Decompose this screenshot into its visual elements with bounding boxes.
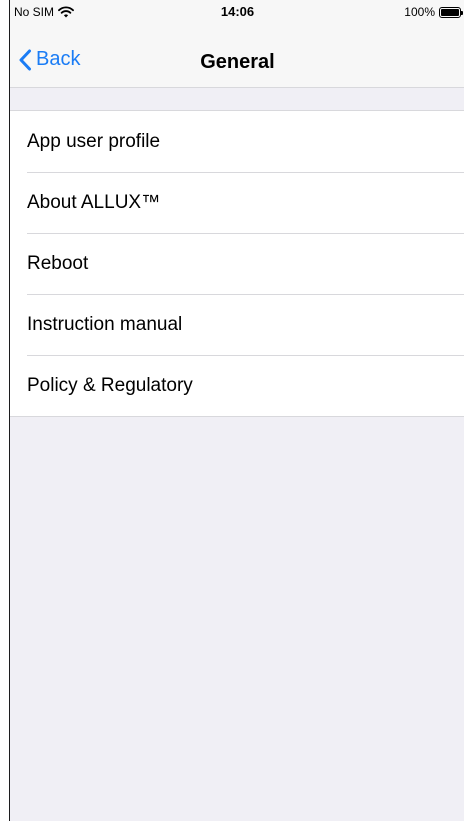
menu-item-reboot[interactable]: Reboot — [10, 233, 464, 294]
status-right: 100% — [404, 5, 463, 19]
battery-level-fill — [441, 8, 459, 16]
menu-item-label: About ALLUX™ — [27, 191, 161, 213]
menu-item-instruction-manual[interactable]: Instruction manual — [10, 294, 464, 355]
status-time: 14:06 — [220, 4, 255, 19]
menu-item-label: Policy & Regulatory — [27, 374, 193, 396]
menu-item-app-user-profile[interactable]: App user profile — [10, 111, 464, 172]
app-screen: No SIM 14:06 100% Back General App user … — [9, 0, 464, 821]
menu-item-policy-regulatory[interactable]: Policy & Regulatory — [10, 355, 464, 416]
status-bar: No SIM 14:06 100% — [10, 0, 464, 24]
battery-full-icon — [439, 6, 463, 18]
page-title: General — [200, 51, 275, 73]
menu-item-label: App user profile — [27, 130, 161, 152]
settings-menu-list: App user profile About ALLUX™ Reboot Ins… — [10, 110, 464, 417]
menu-item-about-allux[interactable]: About ALLUX™ — [10, 172, 464, 233]
menu-item-label: Instruction manual — [27, 313, 183, 335]
battery-percentage: 100% — [404, 5, 435, 19]
navigation-bar: Back General — [10, 24, 464, 88]
menu-item-label: Reboot — [27, 252, 89, 274]
